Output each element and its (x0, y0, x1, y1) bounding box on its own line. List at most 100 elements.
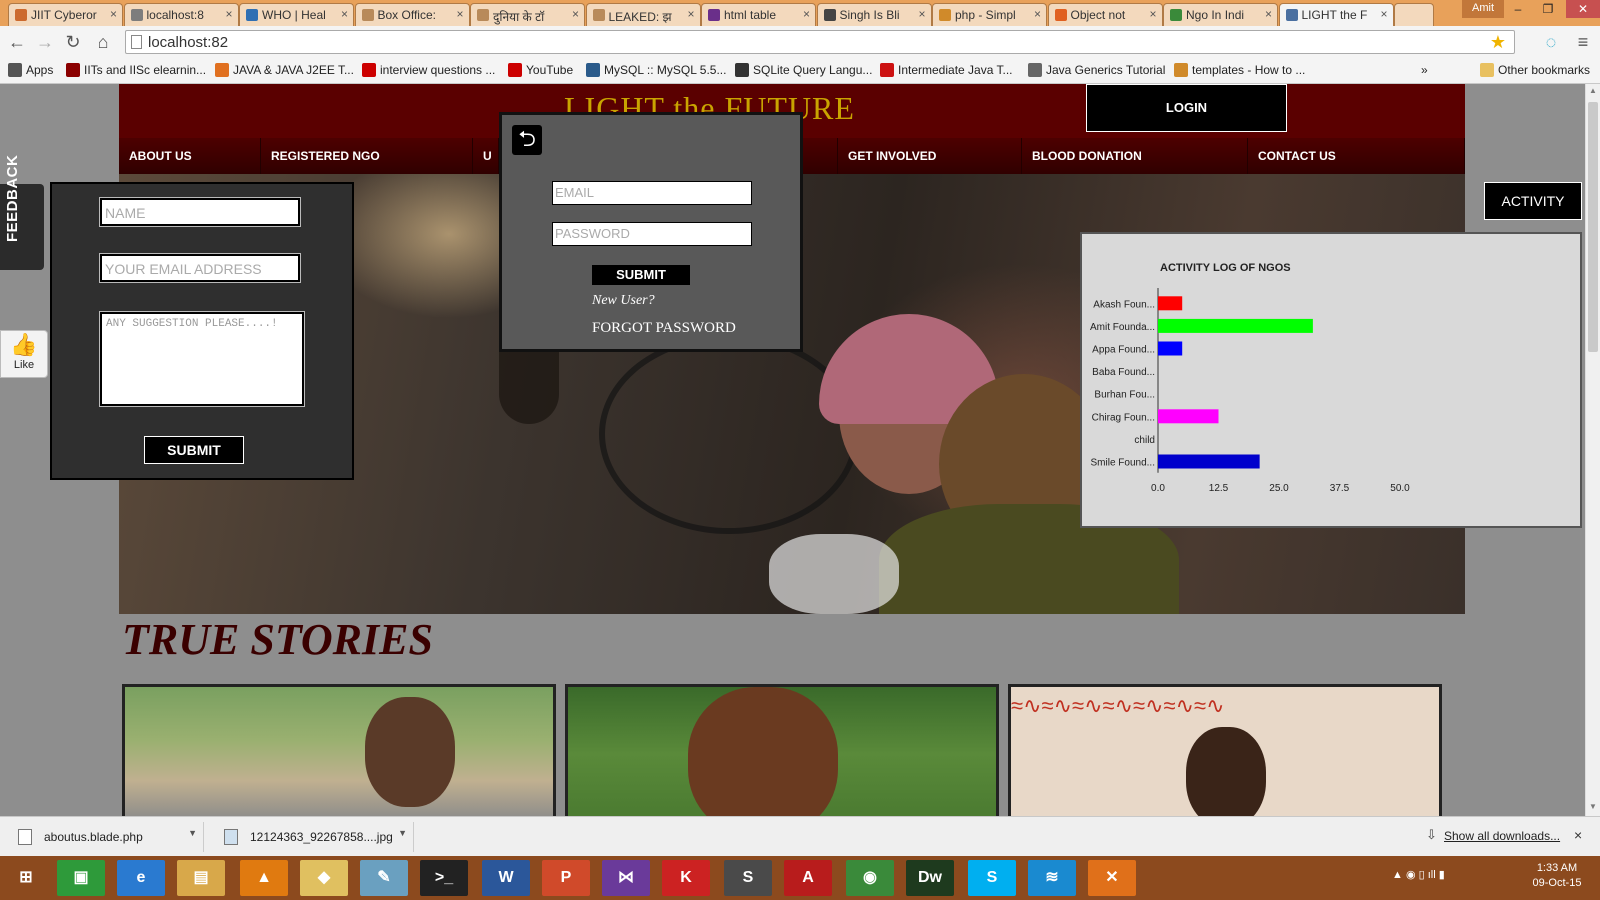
store-icon[interactable]: ▣ (57, 860, 105, 896)
browser-tab[interactable]: html table × (701, 3, 816, 26)
browser-tab[interactable]: localhost:8 × (123, 3, 239, 26)
feedback-submit-button[interactable]: SUBMIT (144, 436, 244, 464)
wifi-icon[interactable]: ≋ (1028, 860, 1076, 896)
tab-close-icon[interactable]: × (1380, 7, 1387, 21)
powerpoint-icon[interactable]: P (542, 860, 590, 896)
page-scrollbar[interactable]: ▲ ▼ (1585, 84, 1600, 816)
nav-item[interactable]: BLOOD DONATION (1022, 138, 1248, 174)
new-tab-button[interactable] (1394, 3, 1434, 26)
explorer-icon[interactable]: ▤ (177, 860, 225, 896)
chevron-down-icon[interactable]: ▼ (188, 828, 197, 838)
ie-icon[interactable]: e (117, 860, 165, 896)
scroll-up-icon[interactable]: ▲ (1589, 86, 1597, 95)
bookmark-item[interactable]: interview questions ... (362, 63, 495, 77)
cmd-icon[interactable]: >_ (420, 860, 468, 896)
close-window-icon[interactable]: ✕ (1566, 0, 1600, 18)
login-button[interactable]: LOGIN (1086, 84, 1287, 132)
bookmark-item[interactable]: IITs and IISc elearnin... (66, 63, 206, 77)
tray-clock[interactable]: 1:33 AM 09-Oct-15 (1520, 861, 1594, 891)
scroll-down-icon[interactable]: ▼ (1589, 802, 1597, 811)
word-icon[interactable]: W (482, 860, 530, 896)
login-submit-button[interactable]: SUBMIT (592, 265, 690, 285)
bookmark-item[interactable]: Java Generics Tutorial (1028, 63, 1165, 77)
address-bar[interactable]: localhost:82 ★ (125, 30, 1515, 54)
tab-close-icon[interactable]: × (225, 7, 232, 21)
feedback-suggestion-textarea[interactable]: ANY SUGGESTION PLEASE....! (99, 311, 305, 407)
kaspersky-icon[interactable]: K (662, 860, 710, 896)
back-circle-icon[interactable]: ⮌ (512, 125, 542, 155)
login-password-input[interactable]: PASSWORD (552, 222, 752, 246)
profile-button[interactable]: Amit (1462, 0, 1504, 18)
tab-close-icon[interactable]: × (1265, 7, 1272, 21)
scroll-thumb[interactable] (1588, 102, 1598, 352)
tab-close-icon[interactable]: × (1149, 7, 1156, 21)
browser-tab[interactable]: Object not × (1047, 3, 1163, 26)
download-item-2[interactable]: 12124363_92267858....jpg ▼ (210, 822, 414, 852)
acrobat-icon[interactable]: A (784, 860, 832, 896)
like-button[interactable]: 👍 Like (0, 330, 48, 378)
tab-close-icon[interactable]: × (803, 7, 810, 21)
tab-close-icon[interactable]: × (110, 7, 117, 21)
reload-icon[interactable]: ↻ (62, 31, 84, 53)
notes-icon[interactable]: ✎ (360, 860, 408, 896)
feedback-name-input[interactable]: NAME (99, 197, 301, 227)
nav-item[interactable]: GET INVOLVED (838, 138, 1022, 174)
extension-icon[interactable]: ◌ (1540, 31, 1562, 53)
bookmark-item[interactable]: Intermediate Java T... (880, 63, 1013, 77)
browser-tab[interactable]: WHO | Heal × (239, 3, 354, 26)
nav-item[interactable]: REGISTERED NGO (261, 138, 473, 174)
nav-item[interactable]: U (473, 138, 499, 174)
nav-item[interactable]: CONTACT US (1248, 138, 1465, 174)
vs-icon[interactable]: ⋈ (602, 860, 650, 896)
login-email-input[interactable]: EMAIL (552, 181, 752, 205)
home-icon[interactable]: ⌂ (92, 31, 114, 53)
chrome-icon[interactable]: ◉ (846, 860, 894, 896)
bookmark-item[interactable]: SQLite Query Langu... (735, 63, 872, 77)
start-icon[interactable]: ⊞ (2, 860, 50, 896)
browser-tab[interactable]: दुनिया के टॉ × (470, 3, 585, 26)
photos-icon[interactable]: ◆ (300, 860, 348, 896)
nav-item[interactable]: ABOUT US (119, 138, 261, 174)
bookmark-item[interactable]: JAVA & JAVA J2EE T... (215, 63, 354, 77)
chevron-down-icon[interactable]: ▼ (398, 828, 407, 838)
vlc-icon[interactable]: ▲ (240, 860, 288, 896)
story-card-2[interactable] (565, 684, 999, 816)
activity-button[interactable]: ACTIVITY (1484, 182, 1582, 220)
browser-tab[interactable]: LEAKED: झ × (585, 3, 701, 26)
feedback-tab[interactable]: FEEDBACK (0, 155, 44, 270)
bookmark-star-icon[interactable]: ★ (1490, 32, 1506, 53)
xampp-icon[interactable]: ✕ (1088, 860, 1136, 896)
bookmark-item[interactable]: templates - How to ... (1174, 63, 1305, 77)
browser-tab[interactable]: Box Office: × (354, 3, 470, 26)
tab-close-icon[interactable]: × (687, 7, 694, 21)
tab-close-icon[interactable]: × (572, 7, 579, 21)
browser-tab[interactable]: Singh Is Bli × (816, 3, 932, 26)
minimize-icon[interactable]: – (1504, 0, 1532, 18)
browser-tab[interactable]: Ngo In Indi × (1163, 3, 1278, 26)
more-bookmarks-chevron[interactable]: » (1421, 63, 1428, 77)
forward-arrow-icon[interactable]: → (34, 31, 56, 53)
tab-close-icon[interactable]: × (341, 7, 348, 21)
dreamweaver-icon[interactable]: Dw (906, 860, 954, 896)
forgot-password-link[interactable]: FORGOT PASSWORD (592, 320, 736, 337)
download-item-1[interactable]: aboutus.blade.php ▼ (4, 822, 204, 852)
feedback-email-input[interactable]: YOUR EMAIL ADDRESS (99, 253, 301, 283)
browser-tab[interactable]: LIGHT the F × (1278, 3, 1394, 27)
back-arrow-icon[interactable]: ← (6, 31, 28, 53)
bookmark-item[interactable]: MySQL :: MySQL 5.5... (586, 63, 726, 77)
sublime-icon[interactable]: S (724, 860, 772, 896)
maximize-icon[interactable]: ❐ (1534, 0, 1562, 18)
story-card-3[interactable]: ≈∿≈∿≈∿≈∿≈∿≈∿≈∿ (1008, 684, 1442, 816)
skype-icon[interactable]: S (968, 860, 1016, 896)
close-downloads-icon[interactable]: × (1574, 827, 1582, 843)
browser-tab[interactable]: php - Simpl × (932, 3, 1047, 26)
bookmark-item[interactable]: Apps (8, 63, 53, 77)
new-user-link[interactable]: New User? (592, 293, 655, 309)
bookmark-item[interactable]: YouTube (508, 63, 573, 77)
tab-close-icon[interactable]: × (1034, 7, 1041, 21)
tab-close-icon[interactable]: × (456, 7, 463, 21)
tab-close-icon[interactable]: × (918, 7, 925, 21)
other-bookmarks[interactable]: Other bookmarks (1480, 63, 1590, 77)
story-card-1[interactable] (122, 684, 556, 816)
show-all-downloads-link[interactable]: Show all downloads... (1444, 829, 1560, 843)
